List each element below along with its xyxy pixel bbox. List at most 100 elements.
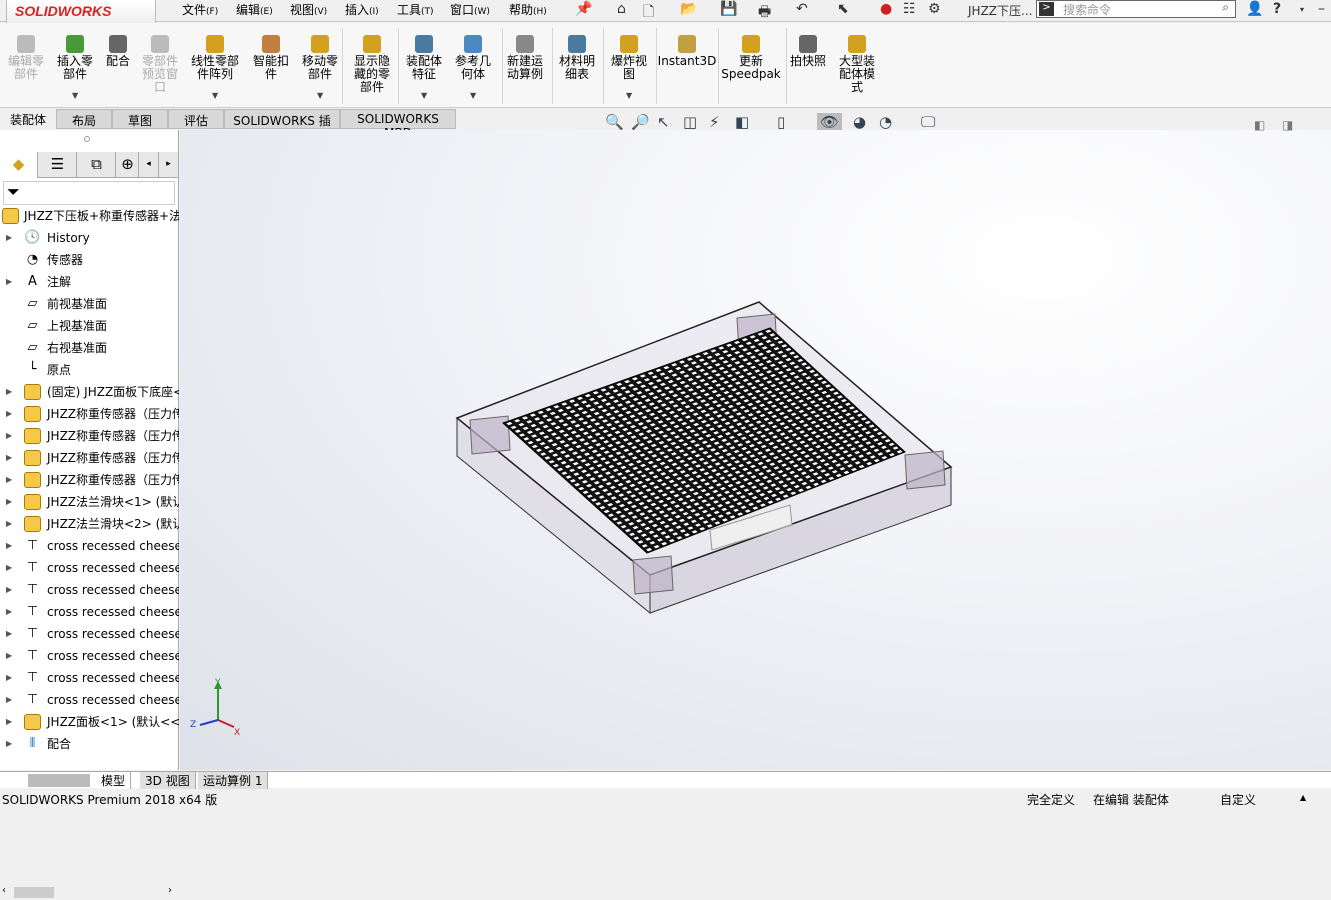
zoom-to-fit-icon[interactable]: 🔍 [605,113,624,131]
ribbon-button-7[interactable]: 显示隐 藏的零 部件 [342,35,402,94]
undo-icon[interactable]: ↶ [796,1,808,17]
scroll-thumb[interactable] [14,887,54,898]
dropdown-arrow-icon[interactable]: ▼ [72,91,78,100]
expand-arrow-icon[interactable]: ▶ [6,601,12,623]
solidworks-logo[interactable]: SOLIDWORKS [6,0,156,24]
expand-arrow-icon[interactable]: ▶ [6,711,12,733]
ribbon-button-13[interactable]: Instant3D [657,35,717,68]
tree-item[interactable]: ▱ 上视基准面 [0,315,179,337]
ribbon-button-9[interactable]: 参考几 何体 [443,35,503,81]
tab-1[interactable]: 布局 [56,109,112,129]
menu-6[interactable]: 帮助(H) [509,0,547,20]
hide-show-icon[interactable]: 👁 [817,113,843,131]
tab-2[interactable]: 草图 [112,109,168,129]
property-manager-tab[interactable]: ☰ [39,152,77,178]
dropdown-arrow-icon[interactable]: ▼ [317,91,323,100]
tree-item[interactable]: ▶ JHZZ法兰滑块<1> (默认 [0,491,179,513]
tab-motion-study-1[interactable]: 运动算例 1 [198,772,269,789]
scroll-left-icon[interactable]: ‹ [2,885,6,896]
options-icon[interactable]: ⚙ [928,1,941,17]
previous-view-icon[interactable]: ↖ [657,113,670,131]
expand-arrow-icon[interactable]: ▶ [6,557,12,579]
expand-arrow-icon[interactable]: ▶ [6,447,12,469]
expand-arrow-icon[interactable]: ▶ [6,271,12,293]
tree-item[interactable]: ▶ ⊤ cross recessed cheese [0,623,179,645]
tree-item[interactable]: └ 原点 [0,359,179,381]
dropdown-arrow-icon[interactable]: ▼ [421,91,427,100]
tree-item[interactable]: ▶ JHZZ称重传感器（压力传 [0,403,179,425]
pin-menu-icon[interactable]: 📌 [575,1,592,17]
tab-scroll-right[interactable]: ▸ [159,152,179,178]
dropdown-arrow-icon[interactable]: ▼ [626,91,632,100]
tree-item[interactable]: ▶ ⊤ cross recessed cheese [0,579,179,601]
dimxpert-tab[interactable]: ⊕ [117,152,139,178]
ribbon-button-4[interactable]: 线性零部 件阵列 [185,35,245,81]
ribbon-button-3[interactable]: 零部件 预览窗 口 [130,35,190,94]
new-icon[interactable]: 🗋 [643,1,654,25]
expand-arrow-icon[interactable]: ▶ [6,425,12,447]
tree-item[interactable]: ▱ 前视基准面 [0,293,179,315]
expand-arrow-icon[interactable]: ▶ [6,535,12,557]
tab-3d-view[interactable]: 3D 视图 [140,772,196,789]
ribbon-button-12[interactable]: 爆炸视 图 [599,35,659,81]
tab-4[interactable]: SOLIDWORKS 插件 [224,109,340,145]
menu-0[interactable]: 文件(F) [182,0,218,20]
minimize-button[interactable]: – [1318,1,1325,17]
rebuild-icon[interactable]: ● [880,1,892,17]
expand-arrow-icon[interactable]: ▶ [6,689,12,711]
feature-manager-tab[interactable]: ◆ [0,152,38,178]
expand-arrow-icon[interactable]: ▶ [6,623,12,645]
tree-item[interactable]: ▶ ⊤ cross recessed cheese [0,667,179,689]
scroll-right-icon[interactable]: › [168,885,172,896]
expand-arrow-icon[interactable]: ▶ [6,513,12,535]
ribbon-button-6[interactable]: 移动零 部件 [290,35,350,81]
tab-3[interactable]: 评估 [168,109,224,129]
tree-item[interactable]: ▶ JHZZ称重传感器（压力传 [0,469,179,491]
file-properties-icon[interactable]: ☷ [903,1,916,17]
ribbon-button-10[interactable]: 新建运 动算例 [495,35,555,81]
open-icon[interactable]: 📂 [680,1,697,17]
filter-icon[interactable]: ⏷ [7,182,20,201]
configuration-manager-tab[interactable]: ⧉ [78,152,116,178]
menu-2[interactable]: 视图(V) [290,0,327,20]
graphics-area[interactable]: ◧ ◨ Y X Z [180,118,1331,770]
tree-item[interactable]: ▶ JHZZ面板<1> (默认<<默 [0,711,179,733]
help-dropdown-icon[interactable]: ▾ [1300,5,1304,14]
zoom-area-icon[interactable]: 🔎 [631,113,650,131]
menu-3[interactable]: 插入(I) [345,0,379,20]
expand-arrow-icon[interactable]: ▶ [6,645,12,667]
expand-arrow-icon[interactable]: ▶ [6,579,12,601]
tree-item[interactable]: ▶ 🕓 History [0,227,179,249]
tree-root-assembly[interactable]: JHZZ下压板+称重传感器+法 [0,205,179,227]
apply-scene-icon[interactable]: ◔ [879,113,892,131]
tree-item[interactable]: ▶ ⊤ cross recessed cheese [0,535,179,557]
menu-4[interactable]: 工具(T) [397,0,434,20]
home-icon[interactable]: ⌂ [617,1,626,17]
tree-item[interactable]: ▶ ⊤ cross recessed cheese [0,645,179,667]
ribbon-button-11[interactable]: 材料明 细表 [547,35,607,81]
ribbon-button-14[interactable]: 更新 Speedpak [721,35,781,81]
units-custom[interactable]: 自定义 [1220,791,1256,808]
tree-item[interactable]: ▶ JHZZ称重传感器（压力传 [0,425,179,447]
help-icon[interactable]: ? [1273,1,1281,17]
view-orientation-icon[interactable]: ◧ [735,113,749,131]
section-view-icon[interactable]: ◫ [683,113,697,131]
expand-arrow-icon[interactable]: ▶ [6,491,12,513]
view-settings-icon[interactable]: 🖵 [921,113,935,131]
expand-arrow-icon[interactable]: ▶ [6,381,12,403]
tree-item[interactable]: ▶ ⊤ cross recessed cheese [0,689,179,711]
expand-arrow-icon[interactable]: ▶ [6,667,12,689]
tree-item[interactable]: ◔ 传感器 [0,249,179,271]
expand-arrow-icon[interactable]: ▶ [6,733,12,755]
print-icon[interactable]: 🖶 [758,1,771,25]
tree-filter[interactable]: ⏷ [3,181,175,205]
save-icon[interactable]: 💾 [720,1,737,17]
split-right-icon[interactable]: ◨ [1282,118,1293,132]
menu-1[interactable]: 编辑(E) [236,0,273,20]
panel-collapse-handle[interactable] [84,136,90,142]
display-style-icon[interactable]: ▯ [777,113,785,131]
horizontal-scrollbar[interactable]: ‹ › [0,885,179,900]
tree-item[interactable]: ▶ ⊤ cross recessed cheese [0,557,179,579]
expand-arrow-icon[interactable]: ▶ [6,227,12,249]
expand-arrow-icon[interactable]: ▶ [6,403,12,425]
